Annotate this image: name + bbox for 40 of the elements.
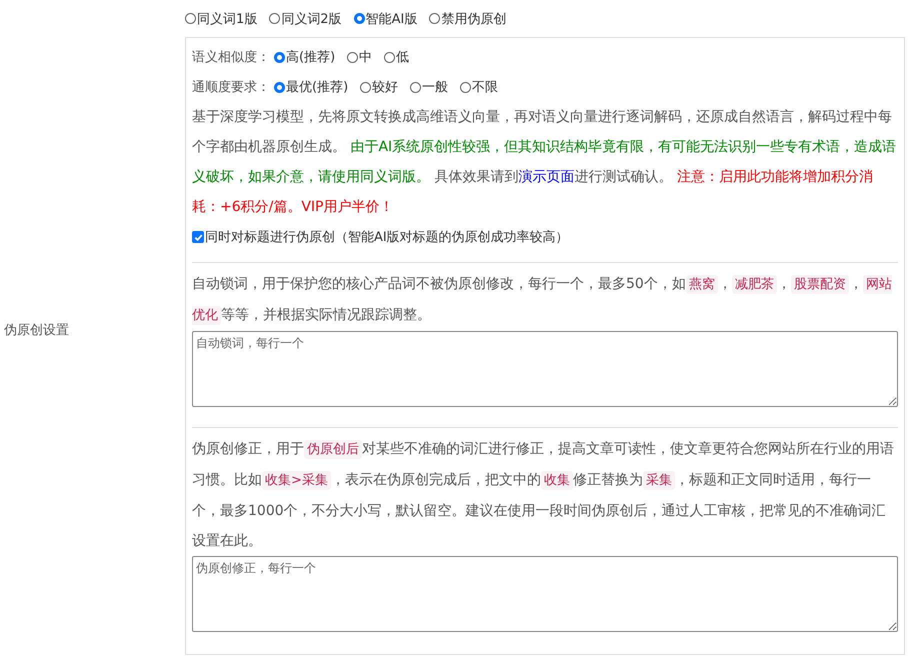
radio-option[interactable]: 中 [347,48,372,66]
radio-icon[interactable] [274,82,285,92]
radio-option[interactable]: 低 [384,48,410,66]
radio-icon[interactable] [185,13,196,24]
correction-text: 伪原创修正，用于 伪原创后 对某些不准确的词汇进行修正，提高文章可读性，使文章更符合您网站所在行业的用语习惯。比如 收集>采集 ，表示在伪原创完成后，把文中的 收集 修正替换为 采集 ，标题和正文同时适用，每行一个，最多1000个，不分大小写，默认留空。建议在使用一段时间伪原创后，通过人工审核，把常见的不准确词汇设置在此。 [192,439,895,551]
radio-option[interactable]: 最优(推荐) [274,78,348,96]
correction-field[interactable]: 伪原创修正，每行一个 [192,556,898,632]
radio-option[interactable]: 同义词2版 [269,10,342,28]
radio-option[interactable]: 智能AI版 [354,10,418,28]
keyword-tag: 采集 [642,471,675,490]
keyword-tag: 股票配资 [790,275,849,294]
radio-icon[interactable] [460,82,472,92]
lock-words-text: 自动锁词，用于保护您的核心产品词不被伪原创修改，每行一个，最多50个，如 燕窝 ， 减肥茶 ， 股票配资 ， 网站优化 等等，并根据实际情况跟踪调整。 [192,274,893,327]
radio-icon[interactable] [410,82,422,92]
radio-option[interactable]: 同义词1版 [185,10,258,28]
checkbox-option[interactable]: 同时对标题进行伪原创（智能AI版对标题的伪原创成功率较高） [192,228,569,246]
radio-icon[interactable] [354,13,365,24]
radio-icon[interactable] [384,52,396,62]
field-label: 语义相似度： [192,49,270,66]
checkbox-icon[interactable] [192,231,204,243]
radio-option[interactable]: 禁用伪原创 [429,10,506,28]
radio-option[interactable]: 不限 [460,78,498,96]
radio-icon[interactable] [429,13,440,24]
radio-icon[interactable] [274,52,285,62]
radio-option[interactable]: 高(推荐) [274,48,336,66]
radio-icon[interactable] [347,52,358,62]
demo-link[interactable]: 演示页面 [518,169,574,185]
setting-label: 伪原创设置 [3,322,70,339]
radio-icon[interactable] [360,82,372,92]
radio-option[interactable]: 一般 [410,78,448,96]
keyword-tag: 收集>采集 [262,471,331,490]
keyword-tag: 收集 [540,471,573,490]
radio-icon[interactable] [269,13,280,24]
description-text: 基于深度学习模型，先将原文转换成高维语义向量，再对语义向量进行逐词解码，还原成自然语言，解码过程中每个字都由机器原创生成。 由于AI系统原创性较强，但其知识结构毕竟有限，有可能无法识别一些专有术语，造成语义破坏，如果介意，请使用同义词版。 具体效果请到演示页面进行测试确认。 注意：启用此功能将增加积分消耗：+6积分/篇。VIP用户半价！ [192,108,898,217]
field-label: 通顺度要求： [192,79,270,96]
keyword-tag: 伪原创后 [304,440,362,459]
radio-option[interactable]: 较好 [360,78,398,96]
lock-words-field[interactable]: 自动锁词，每行一个 [192,331,898,407]
keyword-tag: 燕窝 [686,275,718,294]
keyword-tag: 减肥茶 [732,275,777,294]
